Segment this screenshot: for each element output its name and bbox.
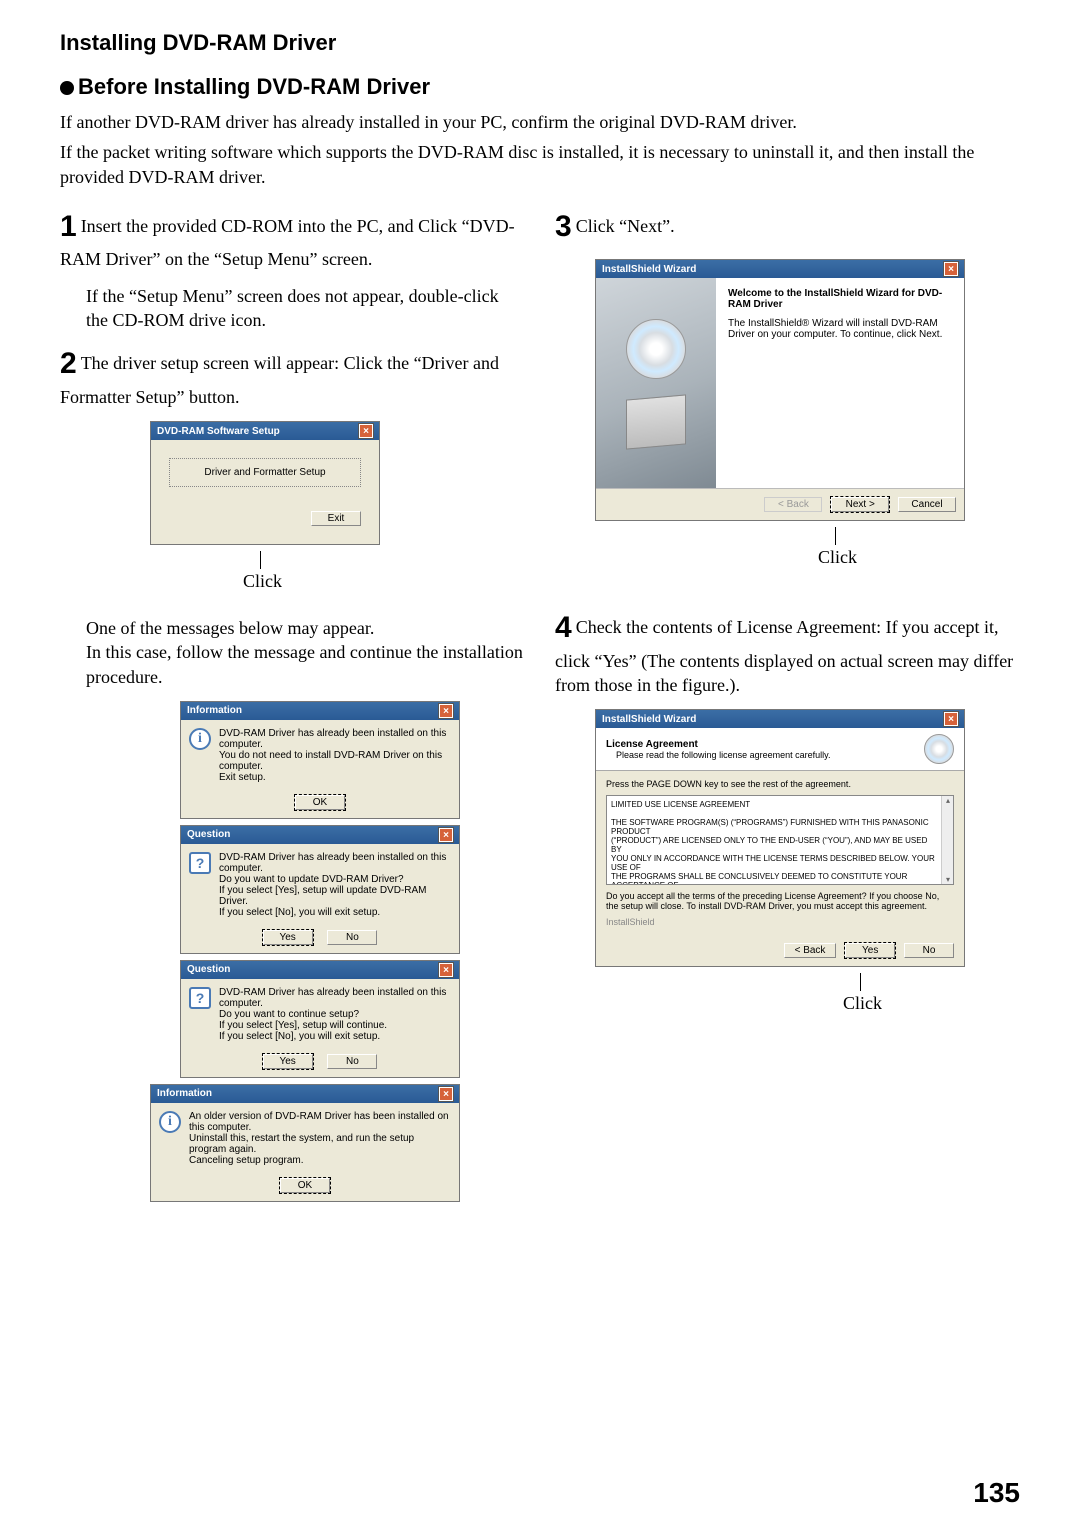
yes-button[interactable]: Yes — [263, 930, 313, 945]
close-icon[interactable]: × — [439, 828, 453, 842]
info-icon: i — [159, 1111, 181, 1133]
click-label-1: Click — [0, 571, 525, 592]
close-icon[interactable]: × — [439, 963, 453, 977]
step-3-text: Click “Next”. — [576, 216, 675, 236]
license-heading: License Agreement — [606, 739, 830, 750]
click-label-2: Click — [655, 547, 1020, 568]
ok-button[interactable]: OK — [280, 1178, 330, 1193]
close-icon[interactable]: × — [359, 424, 373, 438]
info1-text: DVD-RAM Driver has already been installe… — [219, 728, 451, 783]
info-icon: i — [189, 728, 211, 750]
intro-paragraph-2: If the packet writing software which sup… — [60, 140, 1020, 189]
page-title: Installing DVD-RAM Driver — [60, 30, 1020, 56]
wizard-paragraph: The InstallShield® Wizard will install D… — [728, 318, 952, 340]
q2-text: DVD-RAM Driver has already been installe… — [219, 987, 451, 1042]
license-sub: Please read the following license agreem… — [616, 750, 830, 760]
subsection-heading: Before Installing DVD-RAM Driver — [60, 74, 1020, 100]
next-button[interactable]: Next > — [831, 497, 889, 512]
subsection-text: Before Installing DVD-RAM Driver — [78, 74, 430, 99]
page-number: 135 — [973, 1477, 1020, 1509]
driver-formatter-setup-button[interactable]: Driver and Formatter Setup — [169, 458, 361, 487]
license-body-text: LIMITED USE LICENSE AGREEMENT THE SOFTWA… — [611, 800, 949, 885]
q2-title: Question — [187, 964, 230, 975]
close-icon[interactable]: × — [944, 712, 958, 726]
close-icon[interactable]: × — [944, 262, 958, 276]
yes-button[interactable]: Yes — [263, 1054, 313, 1069]
no-button[interactable]: No — [327, 930, 377, 945]
step-4-text: Check the contents of License Agreement:… — [555, 617, 1013, 695]
back-button[interactable]: < Back — [784, 943, 837, 958]
wizard-side-graphic — [596, 278, 716, 488]
pointer-line — [835, 527, 836, 545]
step-1b: If the “Setup Menu” screen does not appe… — [86, 284, 525, 333]
license-question: Do you accept all the terms of the prece… — [606, 891, 954, 911]
no-button[interactable]: No — [327, 1054, 377, 1069]
step-1-text: Insert the provided CD-ROM into the PC, … — [60, 216, 515, 270]
step-number-1: 1 — [60, 210, 77, 243]
step-2-text: The driver setup screen will appear: Cli… — [60, 353, 499, 407]
info2-text: An older version of DVD-RAM Driver has b… — [189, 1111, 451, 1166]
license-title: InstallShield Wizard — [602, 714, 696, 725]
step-1: 1Insert the provided CD-ROM into the PC,… — [60, 207, 525, 272]
close-icon[interactable]: × — [439, 1087, 453, 1101]
question-icon: ? — [189, 852, 211, 874]
step-4: 4Check the contents of License Agreement… — [555, 608, 1020, 697]
intro-paragraph-1: If another DVD-RAM driver has already in… — [60, 110, 1020, 134]
q1-title: Question — [187, 829, 230, 840]
cancel-button[interactable]: Cancel — [898, 497, 956, 512]
information-dialog-2: Information × i An older version of DVD-… — [150, 1084, 460, 1202]
step-2-note: One of the messages below may appear. In… — [86, 616, 525, 689]
question-icon: ? — [189, 987, 211, 1009]
q1-text: DVD-RAM Driver has already been installe… — [219, 852, 451, 918]
no-button[interactable]: No — [904, 943, 954, 958]
click-label-3: Click — [705, 993, 1020, 1014]
bullet-icon — [60, 81, 74, 95]
wizard-heading: Welcome to the InstallShield Wizard for … — [728, 288, 952, 310]
pointer-line — [260, 551, 261, 569]
installshield-wizard-dialog: InstallShield Wizard × Welcome to the In… — [595, 259, 965, 521]
scrollbar[interactable] — [941, 796, 953, 884]
license-textarea[interactable]: LIMITED USE LICENSE AGREEMENT THE SOFTWA… — [606, 795, 954, 885]
license-group-label: InstallShield — [606, 917, 954, 927]
information-dialog-1: Information × i DVD-RAM Driver has alrea… — [180, 701, 460, 819]
pointer-line — [860, 973, 861, 991]
ok-button[interactable]: OK — [295, 795, 345, 810]
info1-title: Information — [187, 705, 242, 716]
info2-title: Information — [157, 1088, 212, 1099]
exit-button[interactable]: Exit — [311, 511, 361, 526]
license-agreement-dialog: InstallShield Wizard × License Agreement… — [595, 709, 965, 967]
step-number-2: 2 — [60, 347, 77, 380]
close-icon[interactable]: × — [439, 704, 453, 718]
step-3: 3Click “Next”. — [555, 207, 1020, 248]
question-dialog-2: Question × ? DVD-RAM Driver has already … — [180, 960, 460, 1078]
yes-button[interactable]: Yes — [845, 943, 895, 958]
license-hint: Press the PAGE DOWN key to see the rest … — [606, 779, 954, 789]
question-dialog-1: Question × ? DVD-RAM Driver has already … — [180, 825, 460, 954]
back-button: < Back — [764, 497, 822, 512]
step-2: 2The driver setup screen will appear: Cl… — [60, 344, 525, 409]
wizard-title: InstallShield Wizard — [602, 264, 696, 275]
setup-dialog-title: DVD-RAM Software Setup — [157, 426, 280, 437]
step-number-4: 4 — [555, 611, 572, 644]
cd-icon — [924, 734, 954, 764]
setup-dialog: DVD-RAM Software Setup × Driver and Form… — [150, 421, 380, 545]
cd-icon — [626, 319, 686, 379]
step-number-3: 3 — [555, 210, 572, 243]
box-icon — [626, 395, 686, 450]
